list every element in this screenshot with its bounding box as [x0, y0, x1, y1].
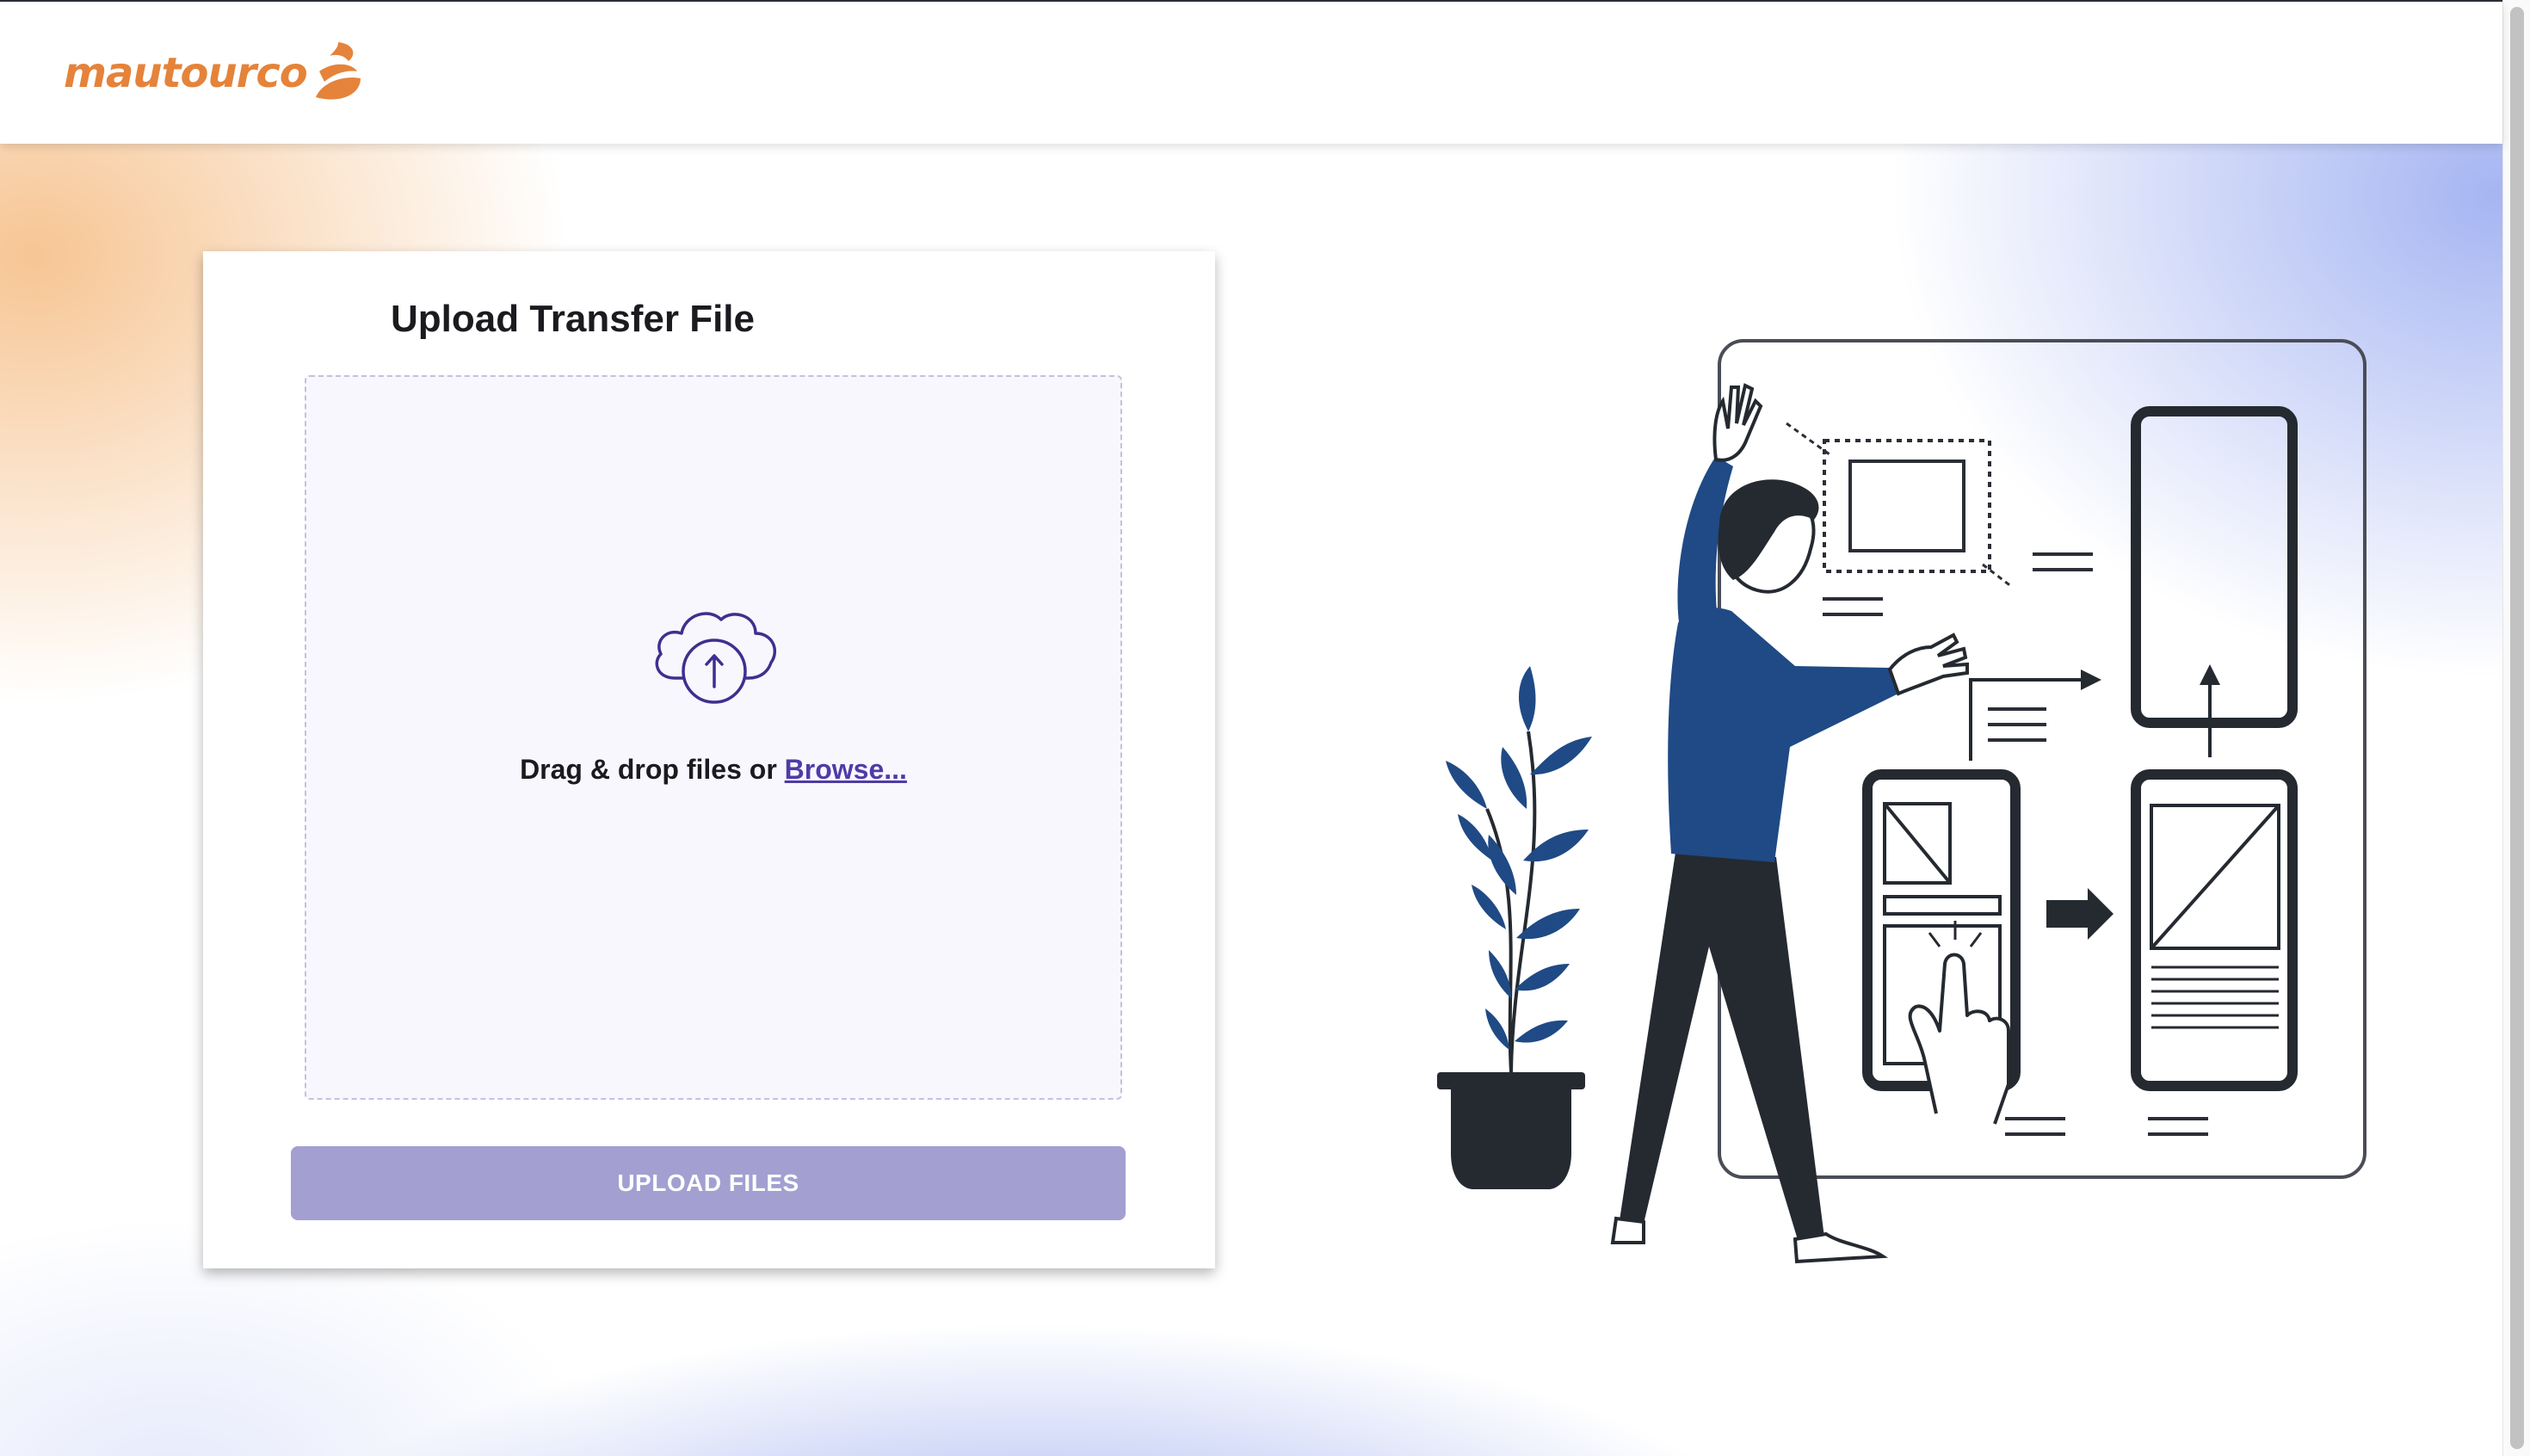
- cloud-upload-icon: [655, 612, 776, 704]
- dropzone-instructions: Drag & drop files or Browse...: [306, 754, 1120, 786]
- upload-files-button[interactable]: UPLOAD FILES: [291, 1146, 1126, 1220]
- flame-wave-icon: [315, 42, 361, 100]
- page-title: Upload Transfer File: [391, 298, 755, 340]
- upload-card: Upload Transfer File Drag & drop files o…: [203, 251, 1215, 1268]
- file-dropzone[interactable]: Drag & drop files or Browse...: [305, 375, 1122, 1100]
- brand-logo[interactable]: mautourco: [64, 34, 367, 112]
- header-bar: mautourco: [0, 2, 2502, 144]
- vertical-scrollbar[interactable]: [2502, 0, 2530, 1456]
- drop-text: Drag & drop files or: [520, 754, 785, 785]
- ui-design-person-illustration: [1437, 339, 2366, 1264]
- scrollbar-thumb[interactable]: [2510, 7, 2524, 1449]
- logo-text: mautourco: [64, 49, 308, 97]
- browse-link[interactable]: Browse...: [785, 754, 907, 785]
